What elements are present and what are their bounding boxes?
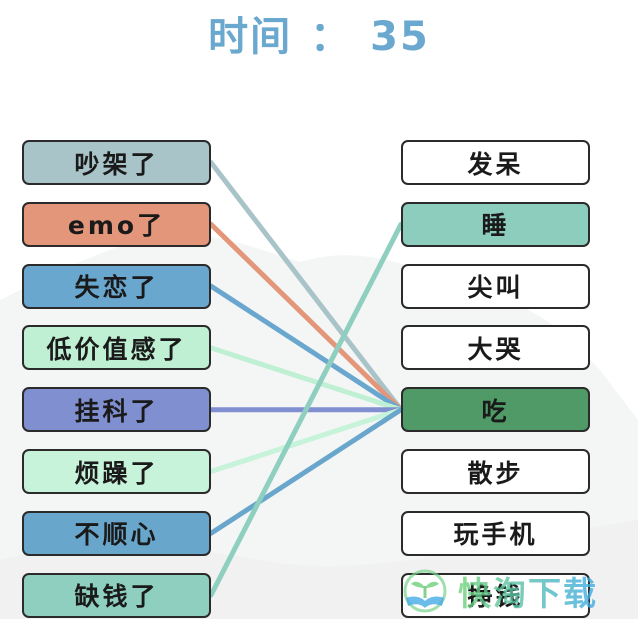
left-item-label: emo了 [67,211,166,241]
left-item-label: 缺钱了 [74,582,159,612]
left-item-label: 挂科了 [74,396,159,426]
timer: 时间 ： 35 [0,4,638,62]
right-item[interactable]: 发呆 [401,140,590,185]
left-item[interactable]: 失恋了 [22,263,211,309]
right-item-label: 玩手机 [453,520,538,550]
connection-line [208,407,404,474]
left-item[interactable]: 不顺心 [22,510,211,556]
left-item-label: 吵架了 [74,149,159,179]
right-item[interactable]: 玩手机 [401,510,590,556]
right-item[interactable]: 吃 [401,387,590,433]
connection-line [208,221,404,413]
right-item[interactable]: 睡 [401,201,590,247]
right-item-label: 睡 [481,211,510,241]
connection-line [208,407,404,536]
right-item-label: 大哭 [467,334,524,364]
right-item-label: 尖叫 [467,273,524,303]
left-item[interactable]: 烦躁了 [22,449,211,494]
timer-value: 35 [370,14,430,60]
left-item[interactable]: 低价值感了 [22,325,211,371]
left-item[interactable]: 吵架了 [22,140,211,185]
right-item[interactable]: 挣钱 [401,572,590,618]
left-item-label: 烦躁了 [74,458,159,488]
right-item[interactable]: 尖叫 [401,263,590,309]
left-item-label: 失恋了 [74,273,159,303]
left-item[interactable]: emo了 [22,201,211,247]
left-item[interactable]: 挂科了 [22,387,211,433]
connection-line [208,283,404,413]
left-item-label: 不顺心 [74,520,159,550]
right-item-label: 挣钱 [467,582,524,612]
right-item[interactable]: 散步 [401,449,590,494]
connection-line [208,160,404,413]
timer-separator: ： [310,14,353,60]
right-item-label: 吃 [481,396,510,426]
right-item[interactable]: 大哭 [401,325,590,371]
right-item-label: 散步 [467,458,524,488]
left-item-label: 低价值感了 [46,334,187,364]
left-item[interactable]: 缺钱了 [22,572,211,618]
timer-label: 时间 [208,14,293,60]
right-item-label: 发呆 [467,149,524,179]
